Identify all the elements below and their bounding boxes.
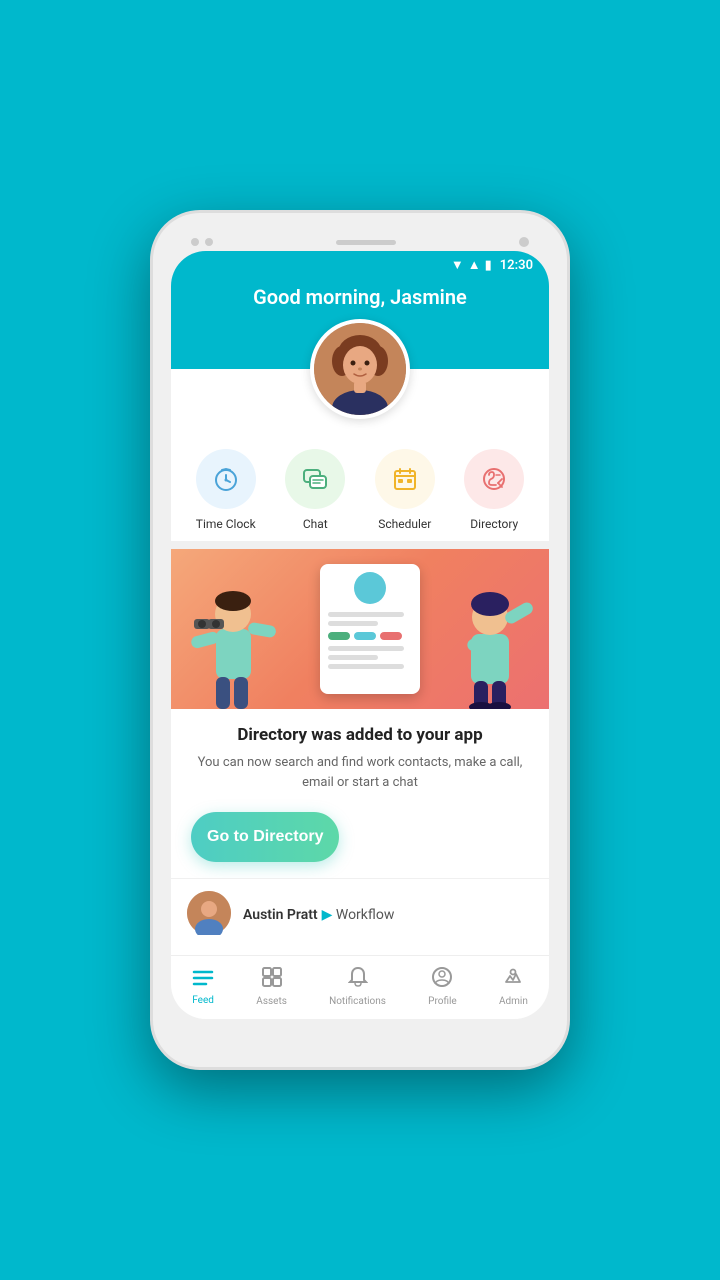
status-bar: ▼ ▲ ▮ 12:30 — [171, 251, 549, 275]
profile-icon — [431, 966, 453, 993]
card-dot-green — [328, 632, 350, 640]
notifications-nav-label: Notifications — [329, 996, 386, 1007]
person-left-illustration — [186, 569, 286, 709]
card-avatar-circle — [354, 572, 386, 604]
card-line — [328, 646, 404, 651]
go-to-directory-button[interactable]: Go to Directory — [191, 812, 339, 862]
card-dot-red — [380, 632, 402, 640]
time-display: 12:30 — [500, 258, 533, 273]
phone-dot — [205, 238, 213, 246]
card-line — [328, 655, 378, 660]
time-clock-label: Time Clock — [196, 517, 256, 531]
banner-image — [171, 549, 549, 709]
divider — [171, 541, 549, 549]
card-line — [328, 664, 404, 669]
action-time-clock[interactable]: Time Clock — [196, 449, 256, 531]
banner-text: Directory was added to your app You can … — [171, 709, 549, 800]
activity-info: Austin Pratt ▶ Workflow — [243, 904, 394, 923]
illustration — [171, 549, 549, 709]
main-content: Time Clock Chat — [171, 369, 549, 955]
battery-icon: ▮ — [485, 258, 492, 273]
banner-title: Directory was added to your app — [191, 725, 529, 745]
action-directory[interactable]: Directory — [464, 449, 524, 531]
card-dots — [328, 632, 412, 640]
action-chat[interactable]: Chat — [285, 449, 345, 531]
banner-description: You can now search and find work contact… — [191, 753, 529, 792]
phone-speaker — [519, 237, 529, 247]
assets-icon — [261, 966, 283, 993]
wifi-icon: ▼ — [451, 257, 464, 273]
avatar[interactable] — [314, 323, 406, 415]
notifications-icon — [348, 966, 368, 993]
admin-nav-label: Admin — [499, 996, 528, 1007]
nav-admin[interactable]: Admin — [491, 964, 536, 1009]
signal-icon: ▲ — [468, 257, 481, 273]
card-line — [328, 612, 404, 617]
banner-card: Directory was added to your app You can … — [171, 549, 549, 862]
phone-top-bar — [171, 231, 549, 251]
activity-name: Austin Pratt — [243, 907, 318, 923]
directory-label: Directory — [470, 517, 518, 531]
chat-label: Chat — [303, 517, 328, 531]
nav-profile[interactable]: Profile — [420, 964, 465, 1009]
avatar-bg — [310, 319, 410, 419]
phone-dot — [191, 238, 199, 246]
app-header: Good morning, Jasmine — [171, 275, 549, 369]
screen: ▼ ▲ ▮ 12:30 Good morning, Jasmine — [171, 251, 549, 1019]
admin-icon — [502, 966, 524, 993]
phone-dots — [191, 238, 213, 246]
card-mockup — [320, 564, 420, 694]
time-clock-icon-circle — [196, 449, 256, 509]
phone-frame: ▼ ▲ ▮ 12:30 Good morning, Jasmine — [150, 210, 570, 1070]
greeting-text: Good morning, Jasmine — [191, 285, 529, 309]
card-dot-blue — [354, 632, 376, 640]
avatar-container — [310, 319, 410, 419]
nav-feed[interactable]: Feed — [184, 966, 222, 1008]
assets-nav-label: Assets — [256, 996, 287, 1007]
card-line — [328, 621, 378, 626]
feed-icon — [192, 968, 214, 992]
chat-icon-circle — [285, 449, 345, 509]
status-icons: ▼ ▲ ▮ 12:30 — [451, 257, 533, 273]
phone-slot — [336, 240, 396, 245]
profile-nav-label: Profile — [428, 996, 457, 1007]
scheduler-label: Scheduler — [378, 517, 431, 531]
activity-arrow-icon: ▶ — [322, 907, 336, 923]
directory-icon-circle — [464, 449, 524, 509]
action-scheduler[interactable]: Scheduler — [375, 449, 435, 531]
nav-notifications[interactable]: Notifications — [321, 964, 394, 1009]
activity-row: Austin Pratt ▶ Workflow — [171, 878, 549, 947]
activity-avatar — [187, 891, 231, 935]
scheduler-icon-circle — [375, 449, 435, 509]
nav-assets[interactable]: Assets — [248, 964, 295, 1009]
activity-action: Workflow — [336, 907, 395, 923]
bottom-nav: Feed Assets — [171, 955, 549, 1019]
feed-nav-label: Feed — [192, 995, 214, 1006]
quick-actions: Time Clock Chat — [171, 429, 549, 541]
person-right-illustration — [449, 569, 539, 709]
